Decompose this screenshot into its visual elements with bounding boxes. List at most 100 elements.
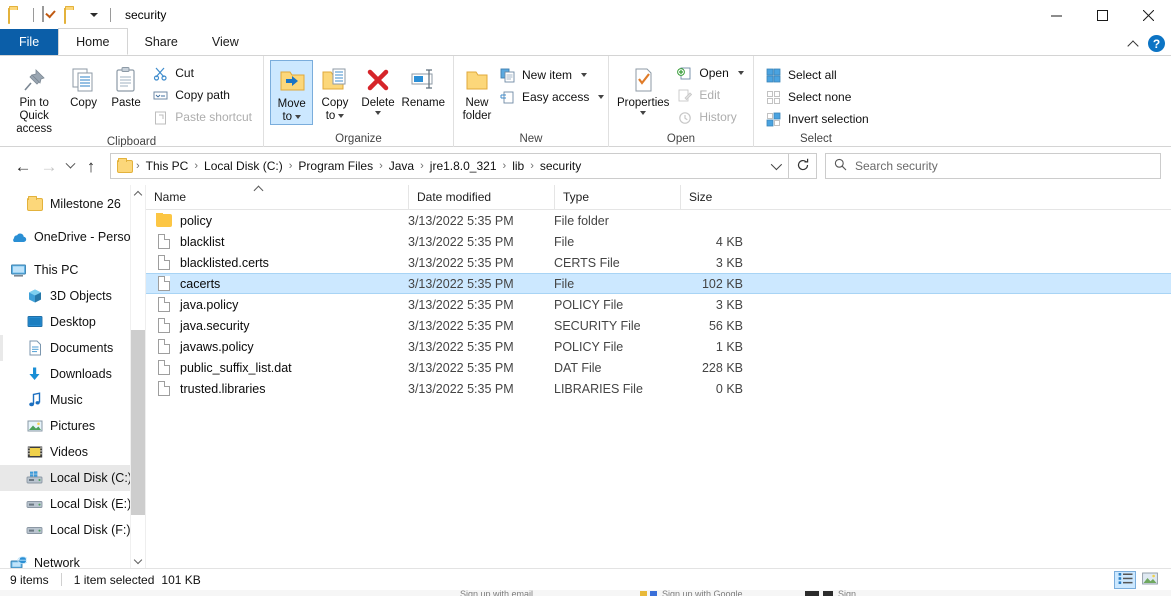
refresh-button[interactable] [789,153,817,179]
sidebar-item-desktop[interactable]: Desktop [0,309,145,335]
breadcrumb-lib[interactable]: lib [507,157,529,175]
column-header-type[interactable]: Type [554,184,680,210]
sidebar-item-this-pc[interactable]: This PC [0,257,145,283]
copy-to-button[interactable]: Copy to [313,60,356,123]
table-row[interactable]: java.security 3/13/2022 5:35 PM SECURITY… [146,315,1171,336]
sidebar-item-music[interactable]: Music [0,387,145,413]
cut-button[interactable]: Cut [147,62,257,84]
file-size: 1 KB [715,339,743,354]
column-header-size[interactable]: Size [680,184,752,210]
close-button[interactable] [1125,0,1171,30]
edit-button[interactable]: Edit [671,84,748,106]
breadcrumb-this-pc[interactable]: This PC [141,157,194,175]
scrollbar-thumb[interactable] [131,330,145,515]
open-caret-icon[interactable] [737,71,744,75]
new-item-label: New item [522,68,573,82]
folder-icon[interactable] [8,7,25,24]
breadcrumb-local-disk-c[interactable]: Local Disk (C:) [199,157,288,175]
move-to-button[interactable]: Move to [270,60,314,125]
file-icon [156,255,172,271]
copy-path-button[interactable]: Copy path [147,84,257,106]
sidebar-item-local-disk-f[interactable]: Local Disk (F:) [0,517,145,543]
copy-button[interactable]: Copy [62,60,104,110]
navigation-scrollbar[interactable] [130,185,145,568]
table-row[interactable]: blacklist 3/13/2022 5:35 PM File 4 KB [146,231,1171,252]
table-row[interactable]: policy 3/13/2022 5:35 PM File folder [146,210,1171,231]
sidebar-item-documents[interactable]: Documents [0,335,145,361]
customize-caret-icon[interactable] [90,13,98,17]
paste-shortcut-button[interactable]: Paste shortcut [147,106,257,128]
details-view-button[interactable] [1114,571,1136,589]
breadcrumb-dropdown-icon[interactable] [764,154,786,178]
up-button[interactable]: ↑ [78,153,104,179]
maximize-button[interactable] [1079,0,1125,30]
tab-file[interactable]: File [0,29,59,55]
sidebar-item-videos[interactable]: Videos [0,439,145,465]
select-small-commands: Select all Select none Invert selection [760,62,874,130]
new-folder-button[interactable]: New folder [460,60,494,123]
tab-share[interactable]: Share [128,29,195,55]
breadcrumb-jre[interactable]: jre1.8.0_321 [425,157,502,175]
new-folder-icon[interactable] [64,7,81,24]
breadcrumb-security[interactable]: security [535,157,586,175]
move-to-caret-icon[interactable] [295,115,302,120]
sidebar-item-onedrive[interactable]: OneDrive - Person [0,224,145,250]
rename-button[interactable]: Rename [400,60,447,110]
sidebar-item-pictures[interactable]: Pictures [0,413,145,439]
invert-selection-button[interactable]: Invert selection [760,108,874,130]
help-button[interactable]: ? [1148,35,1165,52]
copy-to-caret-icon[interactable] [338,114,345,119]
select-all-button[interactable]: Select all [760,64,874,86]
minimize-button[interactable] [1033,0,1079,30]
select-none-button[interactable]: Select none [760,86,874,108]
easy-access-caret-icon[interactable] [598,95,605,99]
ribbon-right-controls: ? [1128,35,1165,52]
sidebar-item-local-disk-c[interactable]: Local Disk (C:) [0,465,145,491]
table-row[interactable]: public_suffix_list.dat 3/13/2022 5:35 PM… [146,357,1171,378]
open-button[interactable]: Open [671,62,748,84]
breadcrumb[interactable]: › This PC › Local Disk (C:) › Program Fi… [110,153,789,179]
pin-to-quick-access-button[interactable]: Pin to Quick access [6,60,62,136]
new-item-button[interactable]: New item [494,64,609,86]
properties-check-icon[interactable] [42,5,59,24]
search-input[interactable]: Search security [825,153,1161,179]
breadcrumb-java[interactable]: Java [384,157,419,175]
sidebar-item-label: Documents [50,341,114,355]
file-size: 56 KB [708,318,743,333]
tab-view[interactable]: View [195,29,256,55]
properties-caret-icon[interactable] [640,110,647,115]
forward-button[interactable]: → [36,153,62,179]
table-row[interactable]: trusted.libraries 3/13/2022 5:35 PM LIBR… [146,378,1171,399]
sidebar-item-downloads[interactable]: Downloads [0,361,145,387]
large-icons-view-button[interactable] [1139,571,1161,589]
table-row[interactable]: cacerts 3/13/2022 5:35 PM File 102 KB [146,273,1171,294]
scroll-down-button[interactable] [131,552,145,568]
history-button[interactable]: History [671,106,748,128]
chevron-up-icon[interactable] [1128,38,1140,50]
properties-button[interactable]: Properties [615,60,671,115]
delete-button[interactable]: Delete [357,60,400,115]
delete-caret-icon[interactable] [375,110,382,115]
downloads-icon [26,366,43,383]
pane-splitter[interactable] [0,335,3,361]
tab-home[interactable]: Home [58,28,128,55]
ribbon-group-select: Select all Select none Invert selection … [753,56,878,147]
back-button[interactable]: ← [10,153,36,179]
recent-locations-icon[interactable] [62,153,78,179]
table-row[interactable]: javaws.policy 3/13/2022 5:35 PM POLICY F… [146,336,1171,357]
table-row[interactable]: java.policy 3/13/2022 5:35 PM POLICY Fil… [146,294,1171,315]
column-header-date-modified[interactable]: Date modified [408,184,554,210]
paste-button[interactable]: Paste [105,60,147,110]
sidebar-item-local-disk-e[interactable]: Local Disk (E:) [0,491,145,517]
breadcrumb-program-files[interactable]: Program Files [293,157,378,175]
navigation-pane: Milestone 26 OneDrive - Person This PC 3… [0,185,145,568]
sidebar-item-milestone-26[interactable]: Milestone 26 [0,191,145,217]
scroll-up-button[interactable] [131,185,145,201]
sidebar-item-3d-objects[interactable]: 3D Objects [0,283,145,309]
column-header-name[interactable]: Name [146,185,408,210]
easy-access-button[interactable]: Easy access [494,86,609,108]
table-row[interactable]: blacklisted.certs 3/13/2022 5:35 PM CERT… [146,252,1171,273]
sidebar-item-network[interactable]: Network [0,550,145,568]
file-date: 3/13/2022 5:35 PM [408,318,514,333]
new-item-caret-icon[interactable] [581,73,588,77]
